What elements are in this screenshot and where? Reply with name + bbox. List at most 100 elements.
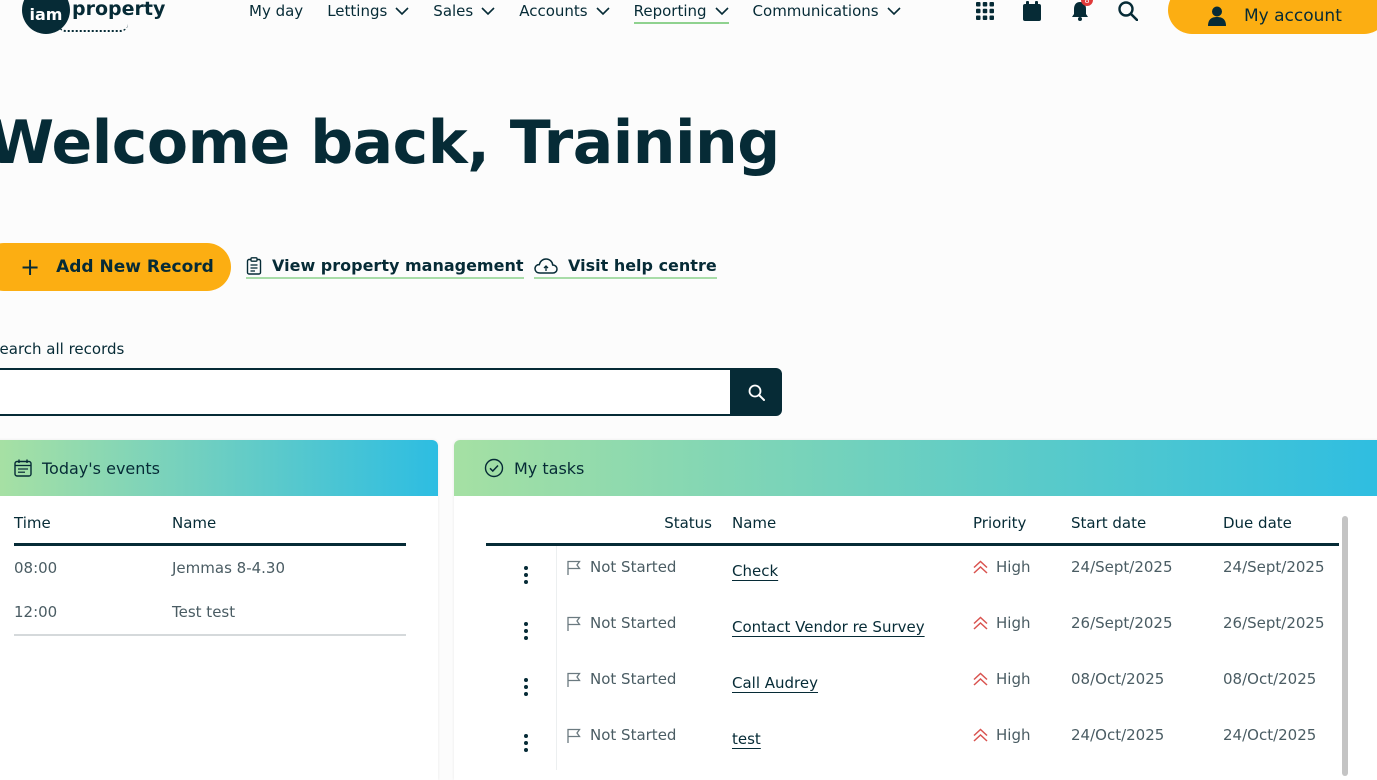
visit-help-centre-link[interactable]: Visit help centre [534,256,717,279]
column-header-name[interactable]: Name [732,514,973,532]
view-property-management-link[interactable]: View property management [246,256,524,279]
task-name-link[interactable]: Check [732,562,778,580]
column-header-actions [486,514,566,522]
more-vertical-icon [524,622,528,640]
clipboard-icon [246,256,262,275]
view-property-management-label: View property management [272,256,524,275]
check-circle-icon [484,458,504,478]
task-row-menu-button[interactable] [486,558,566,584]
priority-high-icon [973,560,988,574]
events-table: Time Name 08:00 Jemmas 8-4.30 12:00 Test… [14,510,406,636]
event-row[interactable]: 12:00 Test test [14,590,406,636]
priority-high-icon [973,672,988,686]
search-records-input[interactable] [0,368,732,416]
add-new-record-label: Add New Record [56,257,214,277]
task-status: Not Started [566,670,732,688]
chevron-down-icon [887,7,901,16]
column-header-time: Time [14,514,51,532]
column-header-start-date[interactable]: Start date [1071,514,1223,532]
brand-logo[interactable]: iam property [22,0,165,34]
task-status: Not Started [566,726,732,744]
task-status: Not Started [566,558,732,576]
logo-wordmark: property [72,0,166,20]
more-vertical-icon [524,566,528,584]
page-title: Welcome back, Training [0,108,780,178]
task-start-date: 24/Oct/2025 [1071,726,1165,744]
task-start-date: 08/Oct/2025 [1071,670,1165,688]
task-row: Not Started test High 24/Oct/2025 24/Oct… [486,714,1339,770]
calendar-list-icon [14,459,32,477]
task-priority: High [973,558,1071,576]
nav-item-communications[interactable]: Communications [753,0,901,22]
task-start-date: 24/Sept/2025 [1071,558,1173,576]
apps-grid-icon[interactable] [974,0,996,22]
more-vertical-icon [524,734,528,752]
my-tasks-title: My tasks [514,458,585,478]
search-icon [748,384,765,401]
task-name-link[interactable]: Call Audrey [732,674,818,692]
task-row-menu-button[interactable] [486,614,566,640]
event-name: Jemmas 8-4.30 [172,559,286,577]
todays-events-header: Today's events [0,440,438,496]
nav-item-lettings[interactable]: Lettings [327,0,409,22]
add-new-record-button[interactable]: + Add New Record [0,243,231,291]
task-due-date: 08/Oct/2025 [1223,670,1317,688]
plus-icon: + [20,253,41,281]
cloud-icon [534,257,558,274]
task-due-date: 26/Sept/2025 [1223,614,1325,632]
task-due-date: 24/Sept/2025 [1223,558,1325,576]
search-label: Search all records [0,340,125,358]
my-account-button[interactable]: My account [1168,0,1377,34]
event-time: 08:00 [14,559,58,577]
nav-item-sales[interactable]: Sales [433,0,495,22]
task-row: Not Started Contact Vendor re Survey Hig… [486,602,1339,658]
event-row[interactable]: 08:00 Jemmas 8-4.30 [14,546,406,590]
tasks-scrollbar[interactable] [1342,516,1348,776]
task-name-link[interactable]: test [732,730,761,748]
task-row-menu-button[interactable] [486,670,566,696]
column-header-due-date[interactable]: Due date [1223,514,1339,532]
more-vertical-icon [524,678,528,696]
nav-item-accounts[interactable]: Accounts [519,0,610,22]
todays-events-title: Today's events [42,458,160,478]
column-header-priority[interactable]: Priority [973,514,1071,532]
chevron-down-icon [395,7,409,16]
task-start-date: 26/Sept/2025 [1071,614,1173,632]
calendar-icon[interactable] [1021,0,1043,22]
tasks-table-header: Status Name Priority Start date Due date [486,510,1339,546]
task-priority: High [973,670,1071,688]
column-header-name: Name [172,514,217,532]
priority-high-icon [973,728,988,742]
nav-item-my-day[interactable]: My day [249,0,303,22]
user-icon [1208,6,1226,26]
task-due-date: 24/Oct/2025 [1223,726,1317,744]
my-tasks-panel: My tasks Status Name Priority Start date… [454,440,1377,780]
flag-icon [567,672,581,687]
tasks-table: Status Name Priority Start date Due date… [486,510,1339,770]
nav-item-reporting[interactable]: Reporting [633,0,729,24]
task-row: Not Started Call Audrey High 08/Oct/2025… [486,658,1339,714]
chevron-down-icon [596,7,610,16]
chevron-down-icon [481,7,495,16]
visit-help-centre-label: Visit help centre [568,256,717,275]
task-name-link[interactable]: Contact Vendor re Survey [732,618,925,636]
search-icon[interactable] [1117,0,1139,22]
task-row: Not Started Check High 24/Sept/2025 24/S… [486,546,1339,602]
task-priority: High [973,614,1071,632]
search-submit-button[interactable] [730,368,782,416]
chevron-down-icon [714,7,729,16]
flag-icon [567,616,581,631]
event-time: 12:00 [14,603,58,621]
event-name: Test test [172,603,236,621]
todays-events-panel: Today's events Time Name 08:00 Jemmas 8-… [0,440,438,780]
priority-high-icon [973,616,988,630]
task-status: Not Started [566,614,732,632]
logo-dots-decoration [58,24,128,32]
task-priority: High [973,726,1071,744]
events-table-header: Time Name [14,510,406,546]
my-account-label: My account [1244,6,1342,26]
flag-icon [567,728,581,743]
my-tasks-header: My tasks [454,440,1377,496]
task-row-menu-button[interactable] [486,726,566,752]
column-header-status[interactable]: Status [566,514,732,532]
